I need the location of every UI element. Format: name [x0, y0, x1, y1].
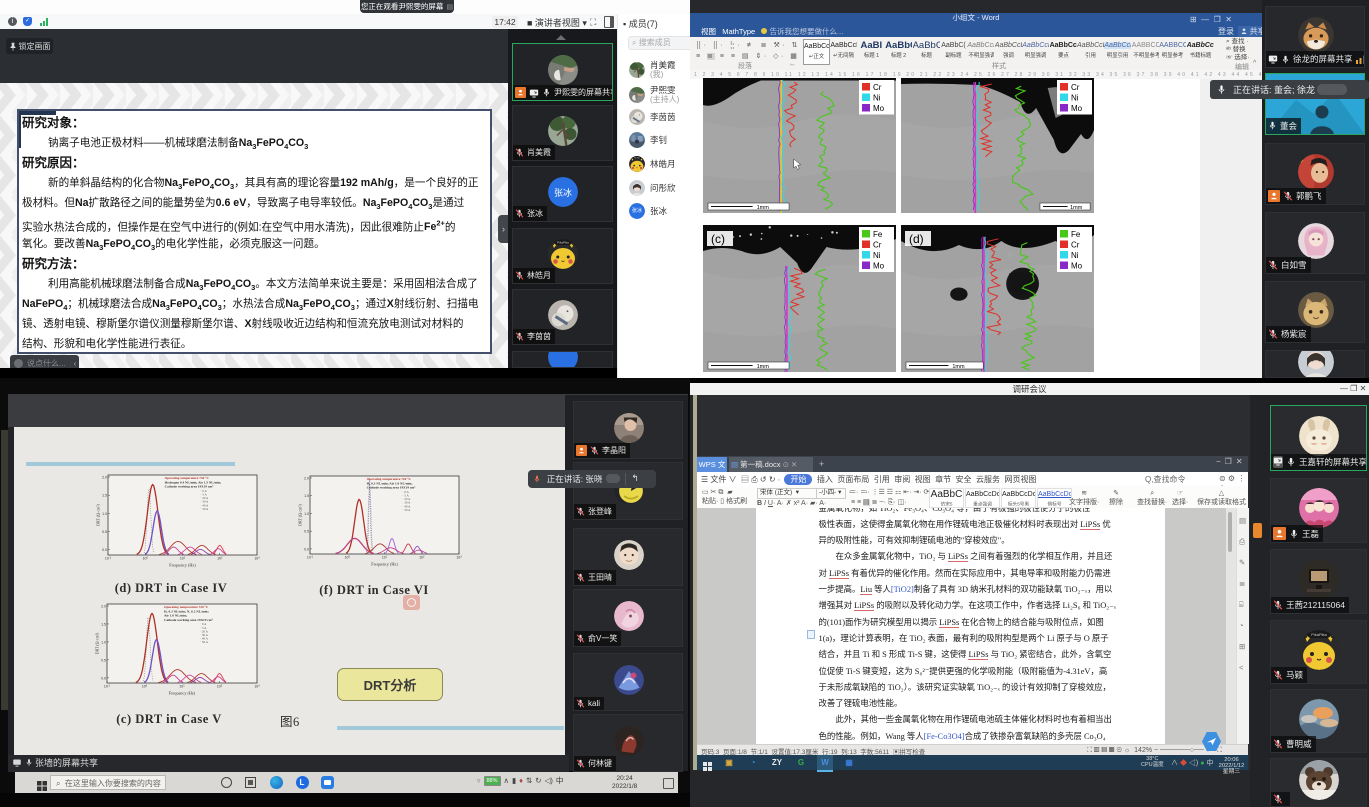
svg-text:Cr: Cr	[873, 241, 882, 250]
svg-text:0.5: 0.5	[101, 658, 106, 662]
svg-text:Frequency (Hz): Frequency (Hz)	[169, 691, 196, 696]
svg-text:DRT (Ω·cm²): DRT (Ω·cm²)	[95, 632, 100, 654]
svg-text:1mm: 1mm	[1070, 205, 1083, 211]
svg-text:0.0: 0.0	[102, 548, 107, 552]
svg-text:102: 102	[217, 685, 223, 689]
svg-text:10-1: 10-1	[104, 685, 111, 689]
svg-text:· 50 A: · 50 A	[402, 508, 411, 512]
svg-text:101: 101	[382, 556, 388, 560]
svg-text:102: 102	[217, 557, 223, 561]
svg-text:100: 100	[142, 685, 148, 689]
svg-text:1.0: 1.0	[304, 512, 309, 516]
svg-text:(c): (c)	[711, 232, 725, 246]
svg-text:· 50 A: · 50 A	[200, 640, 209, 644]
svg-text:Ni: Ni	[1071, 251, 1079, 260]
svg-text:2.0: 2.0	[102, 476, 107, 480]
svg-text:0.5: 0.5	[102, 530, 107, 534]
svg-text:0.5: 0.5	[304, 530, 309, 534]
svg-text:100: 100	[345, 556, 351, 560]
svg-text:1.5: 1.5	[304, 494, 309, 498]
svg-text:2.0: 2.0	[304, 477, 309, 481]
svg-text:· 50 A: · 50 A	[200, 507, 209, 511]
svg-text:2.0: 2.0	[101, 605, 106, 609]
svg-text:Ni: Ni	[873, 94, 881, 103]
svg-text:10-1: 10-1	[307, 556, 314, 560]
svg-text:Frequency (Hz): Frequency (Hz)	[371, 562, 398, 567]
svg-text:10-1: 10-1	[105, 557, 112, 561]
svg-text:100: 100	[143, 557, 149, 561]
svg-text:103: 103	[254, 557, 260, 561]
svg-text:Mo: Mo	[873, 262, 885, 271]
svg-text:DRT (Ω·cm²): DRT (Ω·cm²)	[298, 503, 303, 525]
svg-text:101: 101	[180, 557, 186, 561]
svg-text:103: 103	[254, 685, 260, 689]
svg-text:0.0: 0.0	[101, 676, 106, 680]
svg-text:1.5: 1.5	[102, 494, 107, 498]
svg-text:Fe: Fe	[873, 230, 883, 239]
svg-text:1mm: 1mm	[757, 205, 770, 211]
svg-text:PikaPika: PikaPika	[557, 241, 569, 245]
svg-text:Cr: Cr	[1071, 83, 1080, 92]
svg-text:Frequency (Hz): Frequency (Hz)	[169, 563, 196, 568]
svg-text:DRT (Ω·cm²): DRT (Ω·cm²)	[96, 503, 101, 525]
svg-text:Mo: Mo	[1071, 104, 1083, 113]
svg-text:1.5: 1.5	[101, 622, 106, 626]
svg-text:Mo: Mo	[873, 104, 885, 113]
svg-text:0.0: 0.0	[304, 547, 309, 551]
svg-text:(d): (d)	[909, 232, 924, 246]
svg-text:1.0: 1.0	[102, 512, 107, 516]
svg-text:1mm: 1mm	[952, 364, 965, 370]
svg-text:PikaPika: PikaPika	[1311, 632, 1327, 637]
svg-text:Ni: Ni	[873, 251, 881, 260]
svg-text:103: 103	[456, 556, 462, 560]
svg-text:Ni: Ni	[1071, 94, 1079, 103]
svg-text:1.0: 1.0	[101, 640, 106, 644]
svg-text:Fe: Fe	[1071, 230, 1081, 239]
svg-text:Cr: Cr	[873, 83, 882, 92]
svg-text:Mo: Mo	[1071, 262, 1083, 271]
svg-text:1mm: 1mm	[757, 364, 770, 370]
svg-text:Cr: Cr	[1071, 241, 1080, 250]
svg-text:102: 102	[419, 556, 425, 560]
svg-text:101: 101	[179, 685, 185, 689]
